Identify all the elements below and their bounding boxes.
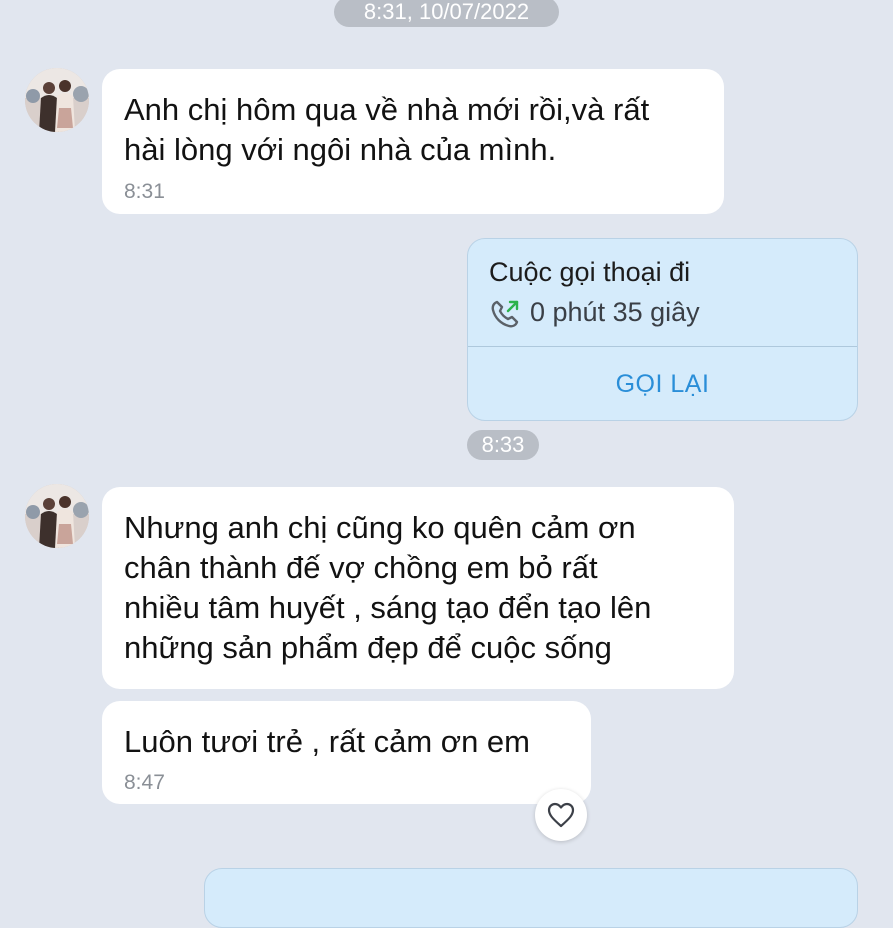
reaction-button[interactable] <box>535 789 587 841</box>
outgoing-call-icon <box>491 300 519 328</box>
contact-avatar[interactable] <box>25 68 89 132</box>
call-duration: 0 phút 35 giây <box>530 297 700 327</box>
contact-avatar[interactable] <box>25 484 89 548</box>
outgoing-call-card[interactable]: Cuộc gọi thoại đi 0 phút 35 giây GỌI LẠI <box>467 238 858 421</box>
call-back-button[interactable]: GỌI LẠI <box>468 347 857 420</box>
heart-icon <box>547 802 575 828</box>
message-text: Anh chị hôm qua về nhà mới rồi,và rất hà… <box>124 92 650 167</box>
avatar-photo-icon <box>25 68 89 132</box>
time-stamp: 8:33 <box>467 430 539 460</box>
message-time: 8:31 <box>124 180 165 203</box>
date-timestamp: 8:31, 10/07/2022 <box>334 0 559 27</box>
avatar-photo-icon <box>25 484 89 548</box>
incoming-message-bubble[interactable]: Nhưng anh chị cũng ko quên cảm ơn chân t… <box>102 487 734 689</box>
message-text: Nhưng anh chị cũng ko quên cảm ơn chân t… <box>124 510 652 665</box>
incoming-message-bubble[interactable]: Luôn tươi trẻ , rất cảm ơn em 8:47 <box>102 701 591 804</box>
outgoing-message-bubble[interactable] <box>204 868 858 928</box>
call-title: Cuộc gọi thoại đi <box>489 257 691 287</box>
message-text: Luôn tươi trẻ , rất cảm ơn em <box>124 724 530 759</box>
incoming-message-bubble[interactable]: Anh chị hôm qua về nhà mới rồi,và rất hà… <box>102 69 724 214</box>
message-time: 8:47 <box>124 771 165 794</box>
